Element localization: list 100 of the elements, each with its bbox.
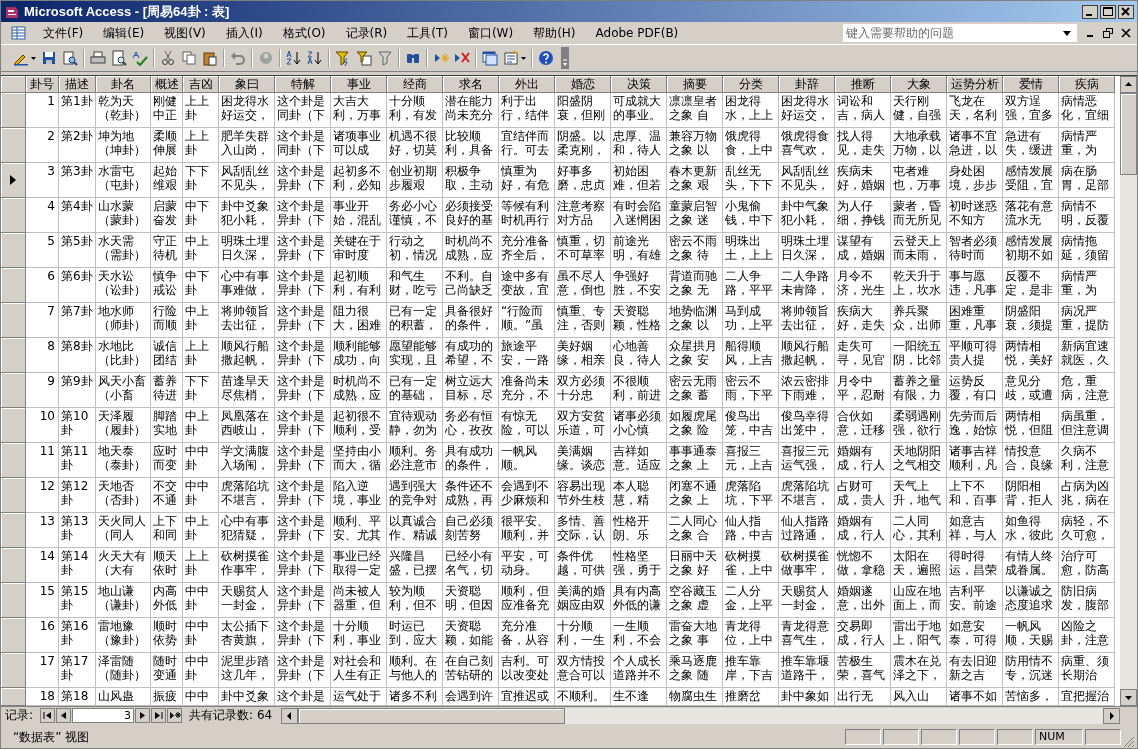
- table-cell: 条件还不成熟，再: [443, 478, 499, 513]
- cut-icon[interactable]: [160, 50, 176, 66]
- column-header[interactable]: 求名: [443, 76, 499, 93]
- file-search-icon[interactable]: [62, 50, 78, 66]
- column-header[interactable]: 概述: [151, 76, 183, 93]
- copy-icon[interactable]: [181, 50, 197, 66]
- menu-item[interactable]: 工具(T): [397, 24, 458, 42]
- column-header[interactable]: 吉凶: [183, 76, 219, 93]
- table-cell: 砍树摸雀做事牢，: [779, 548, 835, 583]
- column-header[interactable]: 运势分析: [947, 76, 1003, 93]
- table-cell: 地天泰（泰卦）: [96, 443, 151, 478]
- close-icon[interactable]: [1121, 28, 1131, 38]
- menu-item[interactable]: 格式(O): [272, 24, 336, 42]
- column-header[interactable]: 推断: [835, 76, 891, 93]
- table-cell: 双方逞强，宜多: [1003, 93, 1059, 128]
- menu-item[interactable]: 窗口(W): [457, 24, 524, 42]
- menu-item[interactable]: 插入(I): [215, 24, 273, 42]
- sort-descending-icon[interactable]: [307, 50, 323, 66]
- menu-item[interactable]: 视图(V): [154, 24, 216, 42]
- first-record-icon[interactable]: [40, 708, 56, 723]
- filter-by-form-icon[interactable]: [356, 50, 372, 66]
- table-cell: 月令不济，光生: [835, 268, 891, 303]
- select-all-button[interactable]: [1, 76, 26, 93]
- column-header[interactable]: 经商: [387, 76, 443, 93]
- table-cell: 吉利平安。前途: [947, 583, 1003, 618]
- paste-icon[interactable]: [202, 50, 218, 66]
- table-cell: 天地否（否卦）: [96, 478, 151, 513]
- vertical-scrollbar[interactable]: [1120, 76, 1137, 706]
- scrollbar-thumb[interactable]: [298, 707, 566, 724]
- database-window-icon[interactable]: [482, 50, 498, 66]
- column-header[interactable]: 卦名: [96, 76, 151, 93]
- table-cell: 大吉大利，万事: [331, 93, 387, 128]
- menu-item[interactable]: 编辑(E): [93, 24, 155, 42]
- maximize-icon[interactable]: [1100, 4, 1116, 19]
- scroll-right-icon[interactable]: [1103, 707, 1120, 724]
- next-record-icon[interactable]: [135, 708, 151, 723]
- dropdown-caret-icon[interactable]: [31, 56, 36, 60]
- table-cell: 喜报三元，上吉: [723, 443, 779, 478]
- filter-by-selection-icon[interactable]: [335, 50, 351, 66]
- table-cell: 雷奋大地之象 事: [667, 618, 723, 653]
- column-header[interactable]: 卦辞: [779, 76, 835, 93]
- table-cell: 下下卦: [183, 163, 219, 198]
- resize-grip-icon[interactable]: [1123, 736, 1135, 748]
- table-cell: 水天需（需卦）: [96, 233, 151, 268]
- table-cell: 火天大有（大有: [96, 548, 151, 583]
- minimize-icon[interactable]: [1082, 4, 1098, 19]
- help-icon[interactable]: [538, 50, 554, 66]
- table-cell: 得时得运，昌荣: [947, 548, 1003, 583]
- table-cell: 注意考察对方品: [555, 198, 611, 233]
- previous-record-icon[interactable]: [56, 708, 72, 723]
- table-cell: 天气上升，地气: [891, 478, 947, 513]
- table-cell: 山风蛊: [96, 688, 151, 706]
- menu-item[interactable]: 文件(F): [33, 24, 94, 42]
- table-cell: 创业初期步履艰: [387, 163, 443, 198]
- table-cell: 运气处于: [331, 688, 387, 706]
- table-cell: 心中有事犯猜疑，: [219, 513, 275, 548]
- table-cell: 不利。自己尚缺乏: [443, 268, 499, 303]
- column-header[interactable]: 描述: [59, 76, 96, 93]
- table-cell: 中中卦: [183, 443, 219, 478]
- save-icon[interactable]: [41, 50, 57, 66]
- spelling-icon[interactable]: [132, 50, 148, 66]
- new-record-icon[interactable]: [167, 708, 183, 723]
- column-header[interactable]: 象曰: [219, 76, 275, 93]
- filter-icon[interactable]: [377, 50, 393, 66]
- row-selector[interactable]: [1, 163, 26, 198]
- column-header[interactable]: 分类: [723, 76, 779, 93]
- horizontal-scrollbar[interactable]: [281, 707, 1120, 724]
- scroll-down-icon[interactable]: [1120, 689, 1137, 706]
- scroll-left-icon[interactable]: [281, 707, 299, 724]
- column-header[interactable]: 特解: [275, 76, 331, 93]
- close-icon[interactable]: [1118, 4, 1134, 19]
- column-header[interactable]: 事业: [331, 76, 387, 93]
- column-header[interactable]: 外出: [499, 76, 555, 93]
- table-cell: 诸项事业可以成: [331, 128, 387, 163]
- table-cell: 大地承载万物，以: [891, 128, 947, 163]
- last-record-icon[interactable]: [151, 708, 167, 723]
- menu-item[interactable]: Adobe PDF(B): [585, 26, 689, 40]
- scrollbar-thumb[interactable]: [1120, 93, 1137, 175]
- record-number-field[interactable]: 3: [72, 708, 135, 723]
- table-cell: 8: [26, 338, 59, 373]
- print-icon[interactable]: [90, 50, 106, 66]
- toolbar-options-icon[interactable]: [561, 47, 569, 69]
- scroll-up-icon[interactable]: [1120, 76, 1137, 93]
- menu-item[interactable]: 记录(R): [335, 24, 398, 42]
- undo-icon[interactable]: [230, 50, 246, 66]
- column-header[interactable]: 疾病: [1059, 76, 1115, 93]
- column-header[interactable]: 卦号: [26, 76, 59, 93]
- column-header[interactable]: 摘要: [667, 76, 723, 93]
- print-preview-icon[interactable]: [111, 50, 127, 66]
- column-header[interactable]: 决策: [611, 76, 667, 93]
- sort-ascending-icon[interactable]: [286, 50, 302, 66]
- column-header[interactable]: 爱情: [1003, 76, 1059, 93]
- column-header[interactable]: 婚恋: [555, 76, 611, 93]
- menu-item[interactable]: 帮助(H): [523, 24, 586, 42]
- help-question-field[interactable]: 键入需要帮助的问题: [843, 24, 1077, 42]
- column-header[interactable]: 大象: [891, 76, 947, 93]
- table-cell: 身处困境，步步: [947, 163, 1003, 198]
- table-cell: 虎落陷坑不堪言，: [219, 478, 275, 513]
- dropdown-caret-icon[interactable]: [521, 56, 526, 60]
- restore-icon[interactable]: [1103, 28, 1113, 38]
